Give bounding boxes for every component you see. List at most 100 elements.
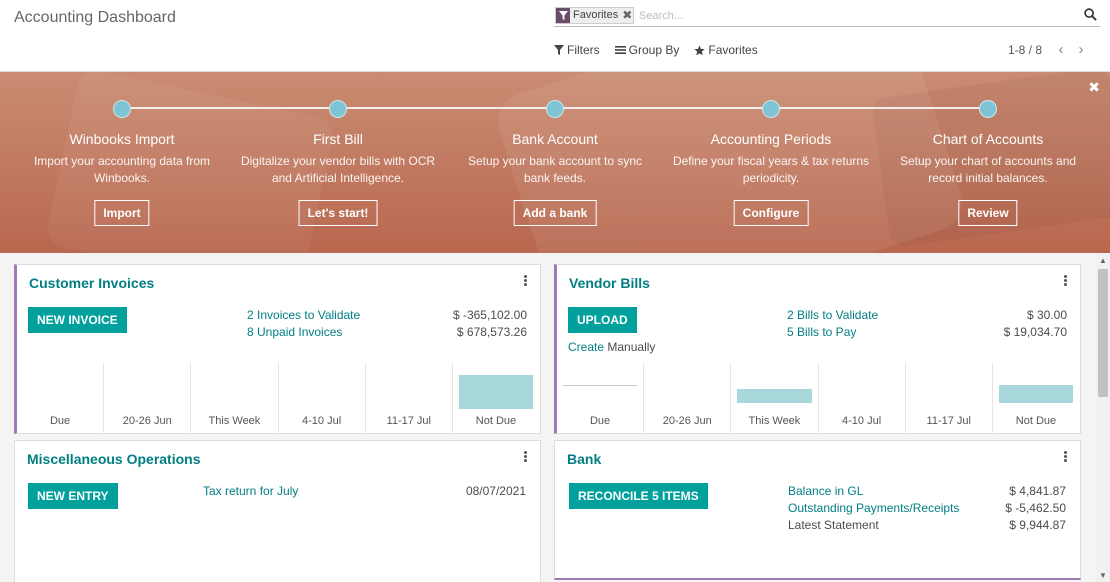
- chart-x-label: Due: [589, 415, 611, 427]
- chart-baseline: [563, 385, 638, 386]
- card-title[interactable]: Bank: [567, 451, 601, 467]
- customer-invoices-card: Customer Invoices NEW INVOICE 2 Invoices…: [14, 264, 541, 434]
- step-title: Winbooks Import: [69, 131, 175, 147]
- chart-column[interactable]: Not Due: [993, 363, 1079, 433]
- pager-value[interactable]: 1-8 / 8: [1008, 43, 1042, 57]
- remove-facet-icon[interactable]: ✖: [621, 8, 633, 23]
- invoices-aging-chart[interactable]: Due 20-26 Jun This Week 4-10 Jul 11-17 Jul No…: [17, 363, 539, 433]
- chart-column[interactable]: Due: [17, 363, 105, 433]
- upload-button[interactable]: UPLOAD: [568, 307, 637, 333]
- chart-bar[interactable]: [998, 385, 1074, 403]
- kebab-menu-icon[interactable]: [522, 451, 528, 465]
- group-by-label: Group By: [628, 43, 680, 57]
- chart-x-label: This Week: [208, 415, 261, 427]
- step-description: Setup your bank account to sync bank fee…: [467, 154, 643, 185]
- bills-aging-chart[interactable]: Due 20-26 Jun This Week 4-10 Jul 11-17 Jul No…: [557, 363, 1079, 433]
- import-button[interactable]: Import: [94, 200, 150, 226]
- stat-amount: $ -365,102.00: [452, 308, 527, 322]
- create-manually-text: Manually: [607, 340, 656, 354]
- pager: 1-8 / 8 ‹ ›: [1008, 42, 1091, 57]
- chart-x-label: Due: [49, 415, 71, 427]
- chart-column[interactable]: This Week: [731, 363, 819, 433]
- configure-button[interactable]: Configure: [733, 200, 809, 226]
- chart-x-label: This Week: [748, 415, 801, 427]
- chart-x-label: 20-26 Jun: [122, 415, 172, 427]
- scroll-up-icon[interactable]: ▲: [1098, 256, 1108, 265]
- kebab-menu-icon[interactable]: [522, 275, 528, 289]
- chart-column[interactable]: 20-26 Jun: [644, 363, 732, 433]
- vertical-scrollbar[interactable]: ▲ ▼: [1096, 253, 1110, 582]
- stat-row: 2 Invoices to Validate $ -365,102.00: [247, 308, 527, 322]
- pager-next-icon[interactable]: ›: [1071, 42, 1091, 57]
- search-input[interactable]: [639, 7, 1069, 25]
- chart-column[interactable]: 11-17 Jul: [366, 363, 453, 433]
- stat-amount: $ 678,573.26: [456, 325, 527, 339]
- filters-label: Filters: [567, 43, 600, 57]
- chart-x-label: Not Due: [475, 415, 517, 427]
- stat-row: 2 Bills to Validate $ 30.00: [787, 308, 1067, 322]
- chart-column[interactable]: 4-10 Jul: [819, 363, 906, 433]
- chart-column[interactable]: Due: [557, 363, 645, 433]
- step-description: Setup your chart of accounts and record …: [899, 154, 1077, 185]
- new-invoice-button[interactable]: NEW INVOICE: [28, 307, 127, 333]
- stat-amount: $ 19,034.70: [1003, 325, 1067, 339]
- step-title: First Bill: [313, 131, 363, 147]
- card-title[interactable]: Customer Invoices: [29, 275, 154, 291]
- unpaid-invoices-link[interactable]: 8 Unpaid Invoices: [247, 325, 342, 339]
- chart-bar[interactable]: [737, 389, 812, 403]
- create-manually-link[interactable]: Create: [568, 340, 604, 354]
- stat-amount: $ -5,462.50: [1005, 501, 1066, 515]
- list-icon: [614, 46, 626, 54]
- new-entry-button[interactable]: NEW ENTRY: [28, 483, 118, 509]
- step-description: Digitalize your vendor bills with OCR an…: [240, 154, 436, 185]
- chart-column[interactable]: 11-17 Jul: [906, 363, 993, 433]
- bills-to-pay-link[interactable]: 5 Bills to Pay: [787, 325, 856, 339]
- scroll-thumb[interactable]: [1098, 269, 1108, 397]
- filter-icon: [556, 8, 570, 23]
- vendor-bills-card: Vendor Bills UPLOAD Create Manually 2 Bi…: [554, 264, 1081, 434]
- step-title: Accounting Periods: [710, 131, 832, 147]
- chart-column[interactable]: 4-10 Jul: [279, 363, 366, 433]
- add-bank-button[interactable]: Add a bank: [513, 200, 597, 226]
- card-title[interactable]: Vendor Bills: [569, 275, 650, 291]
- reconcile-items-button[interactable]: RECONCILE 5 ITEMS: [569, 483, 708, 509]
- kebab-menu-icon[interactable]: [1062, 451, 1068, 465]
- chart-x-label: Not Due: [1015, 415, 1057, 427]
- step-title: Chart of Accounts: [932, 131, 1044, 147]
- lets-start-button[interactable]: Let's start!: [298, 200, 378, 226]
- card-title[interactable]: Miscellaneous Operations: [27, 451, 201, 467]
- search-icon[interactable]: [1084, 8, 1098, 22]
- chart-column[interactable]: This Week: [191, 363, 279, 433]
- search-box: Favorites ✖: [554, 6, 1100, 27]
- stat-amount: $ 30.00: [1026, 308, 1067, 322]
- latest-statement-label: Latest Statement: [788, 518, 879, 532]
- chart-column[interactable]: Not Due: [453, 363, 539, 433]
- scroll-down-icon[interactable]: ▼: [1098, 571, 1108, 580]
- invoices-to-validate-link[interactable]: 2 Invoices to Validate: [247, 308, 360, 322]
- bills-to-validate-link[interactable]: 2 Bills to Validate: [787, 308, 878, 322]
- filter-icon: [554, 45, 564, 55]
- bank-card: Bank RECONCILE 5 ITEMS Balance in GL $ 4…: [554, 440, 1081, 580]
- kebab-menu-icon[interactable]: [1062, 275, 1068, 289]
- step-dot: [546, 100, 564, 118]
- favorites-button[interactable]: Favorites: [694, 43, 758, 57]
- facet-label: Favorites: [573, 9, 619, 21]
- filters-button[interactable]: Filters: [554, 43, 600, 57]
- step-description: Define your fiscal years & tax returns p…: [672, 154, 870, 185]
- review-button[interactable]: Review: [958, 200, 1018, 226]
- control-panel: Accounting Dashboard Favorites ✖ Filters…: [0, 0, 1110, 72]
- chart-x-label: 4-10 Jul: [302, 415, 342, 427]
- outstanding-payments-link[interactable]: Outstanding Payments/Receipts: [788, 501, 959, 515]
- chart-column[interactable]: 20-26 Jun: [104, 363, 192, 433]
- group-by-button[interactable]: Group By: [614, 43, 680, 57]
- journal-dashboard: Customer Invoices NEW INVOICE 2 Invoices…: [0, 253, 1096, 582]
- close-banner-icon[interactable]: ✖: [1088, 79, 1100, 96]
- onboarding-banner: ✖ Winbooks Import Import your accounting…: [0, 72, 1110, 253]
- stat-row: Tax return for July 08/07/2021: [203, 484, 526, 498]
- balance-in-gl-link[interactable]: Balance in GL: [788, 484, 863, 498]
- stat-row: Latest Statement $ 9,944.87: [788, 518, 1066, 532]
- pager-previous-icon[interactable]: ‹: [1051, 42, 1071, 57]
- tax-return-link[interactable]: Tax return for July: [203, 484, 298, 498]
- tax-return-date: 08/07/2021: [465, 484, 526, 498]
- chart-bar[interactable]: [458, 375, 534, 409]
